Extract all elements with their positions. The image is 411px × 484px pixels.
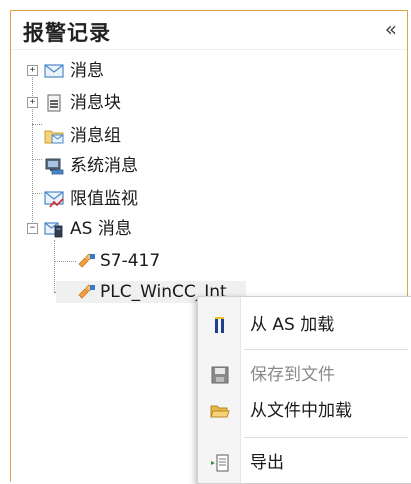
collapse-toggle[interactable]: − <box>27 223 38 234</box>
as-load-icon <box>215 317 224 333</box>
save-icon <box>211 366 229 384</box>
tree-item-as-messages[interactable]: − AS 消息 <box>26 218 176 240</box>
plc-connection-icon <box>78 253 95 268</box>
tree-item-s7-417[interactable]: S7-417 <box>56 250 206 272</box>
tree-item-limit-monitoring[interactable]: 限值监视 <box>26 188 186 210</box>
tree-item-label: 消息块 <box>70 93 121 113</box>
mail-icon <box>44 64 64 78</box>
expand-toggle[interactable]: + <box>27 65 38 76</box>
tree-item-label: S7-417 <box>100 251 161 271</box>
tree-item-label: 消息 <box>70 61 104 81</box>
tree-item-message-groups[interactable]: 消息组 <box>26 125 166 147</box>
document-icon <box>47 94 61 112</box>
tree-item-label: 系统消息 <box>70 156 138 176</box>
export-icon <box>211 454 229 472</box>
limit-mail-icon <box>44 191 64 208</box>
collapse-panel-button[interactable]: « <box>385 17 397 41</box>
menu-item-load-from-file[interactable]: 从文件中加载 <box>198 393 411 429</box>
folder-mail-icon <box>44 130 64 144</box>
tree-item-message-blocks[interactable]: + 消息块 <box>26 92 166 114</box>
tree-item-label: 限值监视 <box>70 189 138 209</box>
panel-title: 报警记录 <box>23 21 111 45</box>
plc-connection-icon <box>78 284 95 299</box>
panel-header: 报警记录 « <box>11 11 407 50</box>
computer-icon <box>45 158 64 175</box>
expand-toggle[interactable]: + <box>27 97 38 108</box>
context-menu: 从 AS 加载 保存到文件 从文件中加载 导出 <box>197 296 411 484</box>
server-mail-icon <box>44 222 63 238</box>
tree-item-messages[interactable]: + 消息 <box>26 60 146 82</box>
menu-item-label: 导出 <box>250 453 284 473</box>
menu-item-label: 从文件中加载 <box>250 401 352 421</box>
tree-item-label: AS 消息 <box>70 219 132 239</box>
tree-item-system-messages[interactable]: 系统消息 <box>26 155 186 177</box>
menu-separator <box>244 349 408 350</box>
menu-item-label: 保存到文件 <box>250 365 335 385</box>
open-folder-icon <box>210 405 230 418</box>
tree-item-label: 消息组 <box>70 126 121 146</box>
tree-connector <box>54 240 55 292</box>
menu-item-export[interactable]: 导出 <box>198 445 411 481</box>
menu-item-load-from-as[interactable]: 从 AS 加载 <box>198 307 411 343</box>
menu-item-save-to-file[interactable]: 保存到文件 <box>198 357 411 393</box>
menu-item-label: 从 AS 加载 <box>250 315 335 335</box>
menu-separator <box>244 437 408 438</box>
